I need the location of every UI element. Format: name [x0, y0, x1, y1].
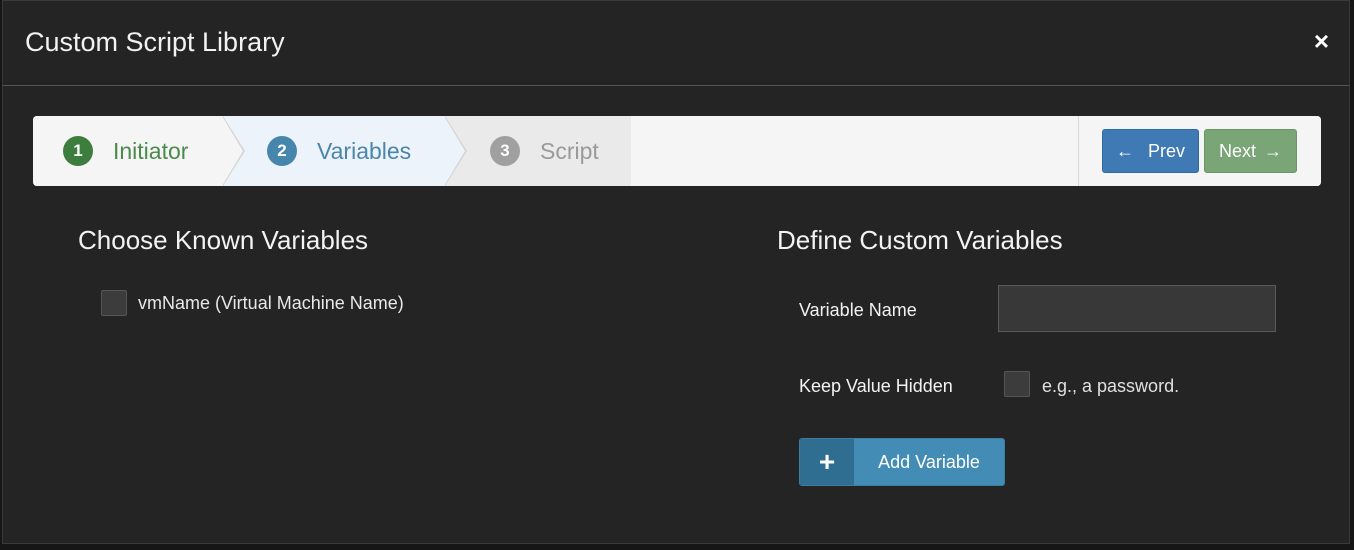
vmname-checkbox[interactable] [101, 290, 127, 316]
wizard-step-script[interactable]: 3 Script [445, 116, 631, 186]
step-number-badge: 2 [267, 136, 297, 166]
wizard-step-initiator[interactable]: 1 Initiator [33, 116, 243, 186]
next-button[interactable]: Next → [1204, 129, 1297, 173]
prev-button[interactable]: ← Prev [1102, 129, 1199, 173]
step-label: Variables [317, 137, 412, 164]
step-separator-chevron-fill [444, 116, 465, 186]
variable-name-label: Variable Name [799, 300, 917, 320]
step-label: Script [540, 137, 599, 164]
keep-value-hidden-hint: e.g., a password. [1042, 376, 1180, 396]
modal-title: Custom Script Library [25, 27, 285, 57]
step-separator-chevron-fill [222, 116, 243, 186]
arrow-right-icon: → [1264, 140, 1282, 161]
known-variables-heading: Choose Known Variables [78, 225, 369, 255]
step-number-badge: 3 [490, 136, 520, 166]
modal-header: Custom Script Library × [3, 1, 1349, 86]
custom-variables-heading: Define Custom Variables [777, 225, 1063, 255]
prev-button-label: Prev [1147, 140, 1185, 161]
step-label: Initiator [113, 137, 189, 164]
plus-icon: + [800, 439, 854, 485]
arrow-left-icon: ← [1115, 140, 1134, 161]
step-number-badge: 1 [63, 136, 93, 166]
add-variable-button[interactable]: + Add Variable [799, 438, 1005, 486]
wizard-actions: ← Prev Next → [1078, 116, 1321, 186]
vmname-checkbox-label[interactable]: vmName (Virtual Machine Name) [138, 293, 404, 314]
close-icon[interactable]: × [1314, 27, 1329, 55]
variable-name-input[interactable] [998, 285, 1276, 332]
keep-value-hidden-checkbox[interactable] [1004, 371, 1030, 397]
wizard-step-variables[interactable]: 2 Variables [223, 116, 463, 186]
next-button-label: Next [1218, 140, 1256, 161]
custom-script-library-modal: Custom Script Library × 1 Initiator 2 Va… [2, 0, 1350, 544]
add-variable-label: Add Variable [854, 439, 1004, 485]
wizard-steps: 1 Initiator 2 Variables 3 Script ← Prev … [33, 116, 1321, 186]
keep-value-hidden-label: Keep Value Hidden [799, 376, 953, 396]
